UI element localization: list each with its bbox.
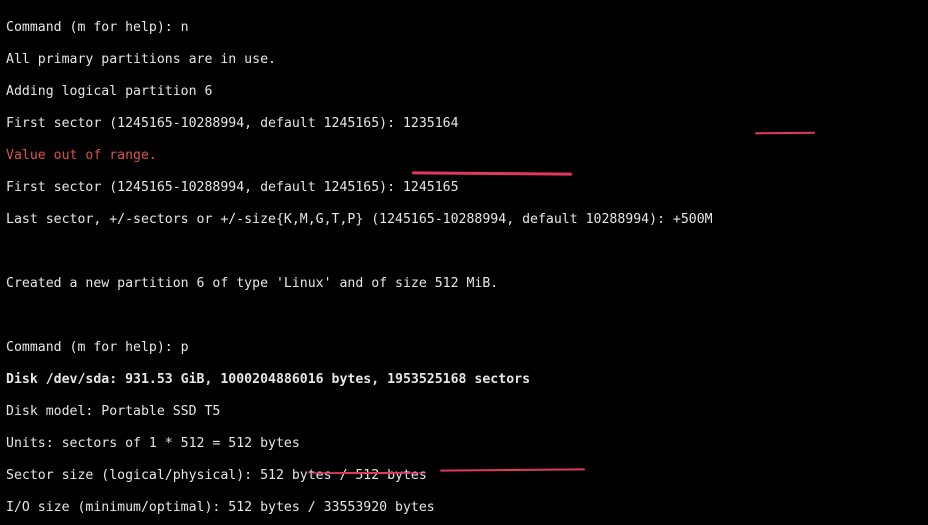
terminal-output: Command (m for help): n All primary part… [0,0,928,525]
line-primary-in-use: All primary partitions are in use. [6,52,276,67]
line-created-partition: Created a new partition 6 of type 'Linux… [6,276,498,291]
line-value-out-of-range: Value out of range. [6,148,157,163]
line-units: Units: sectors of 1 * 512 = 512 bytes [6,436,300,451]
line-disk-model: Disk model: Portable SSD T5 [6,404,236,419]
line-io-size: I/O size (minimum/optimal): 512 bytes / … [6,500,435,515]
line-adding-partition: Adding logical partition 6 [6,84,212,99]
annotation-underline-500m [755,132,815,135]
line-disk-size: Disk /dev/sda: 931.53 GiB, 1000204886016… [6,372,530,387]
line-sector-size: Sector size (logical/physical): 512 byte… [6,468,427,483]
line-last-sector: Last sector, +/-sectors or +/-size{K,M,G… [6,212,713,227]
line-first-sector-2: First sector (1245165-10288994, default … [6,180,459,195]
annotation-underline-size512mib [412,171,572,175]
line-cmd-p: Command (m for help): p [6,340,189,355]
line-first-sector-1: First sector (1245165-10288994, default … [6,116,459,131]
annotation-underline-sda6-size-type [440,468,585,471]
line-cmd-n: Command (m for help): n [6,20,189,35]
